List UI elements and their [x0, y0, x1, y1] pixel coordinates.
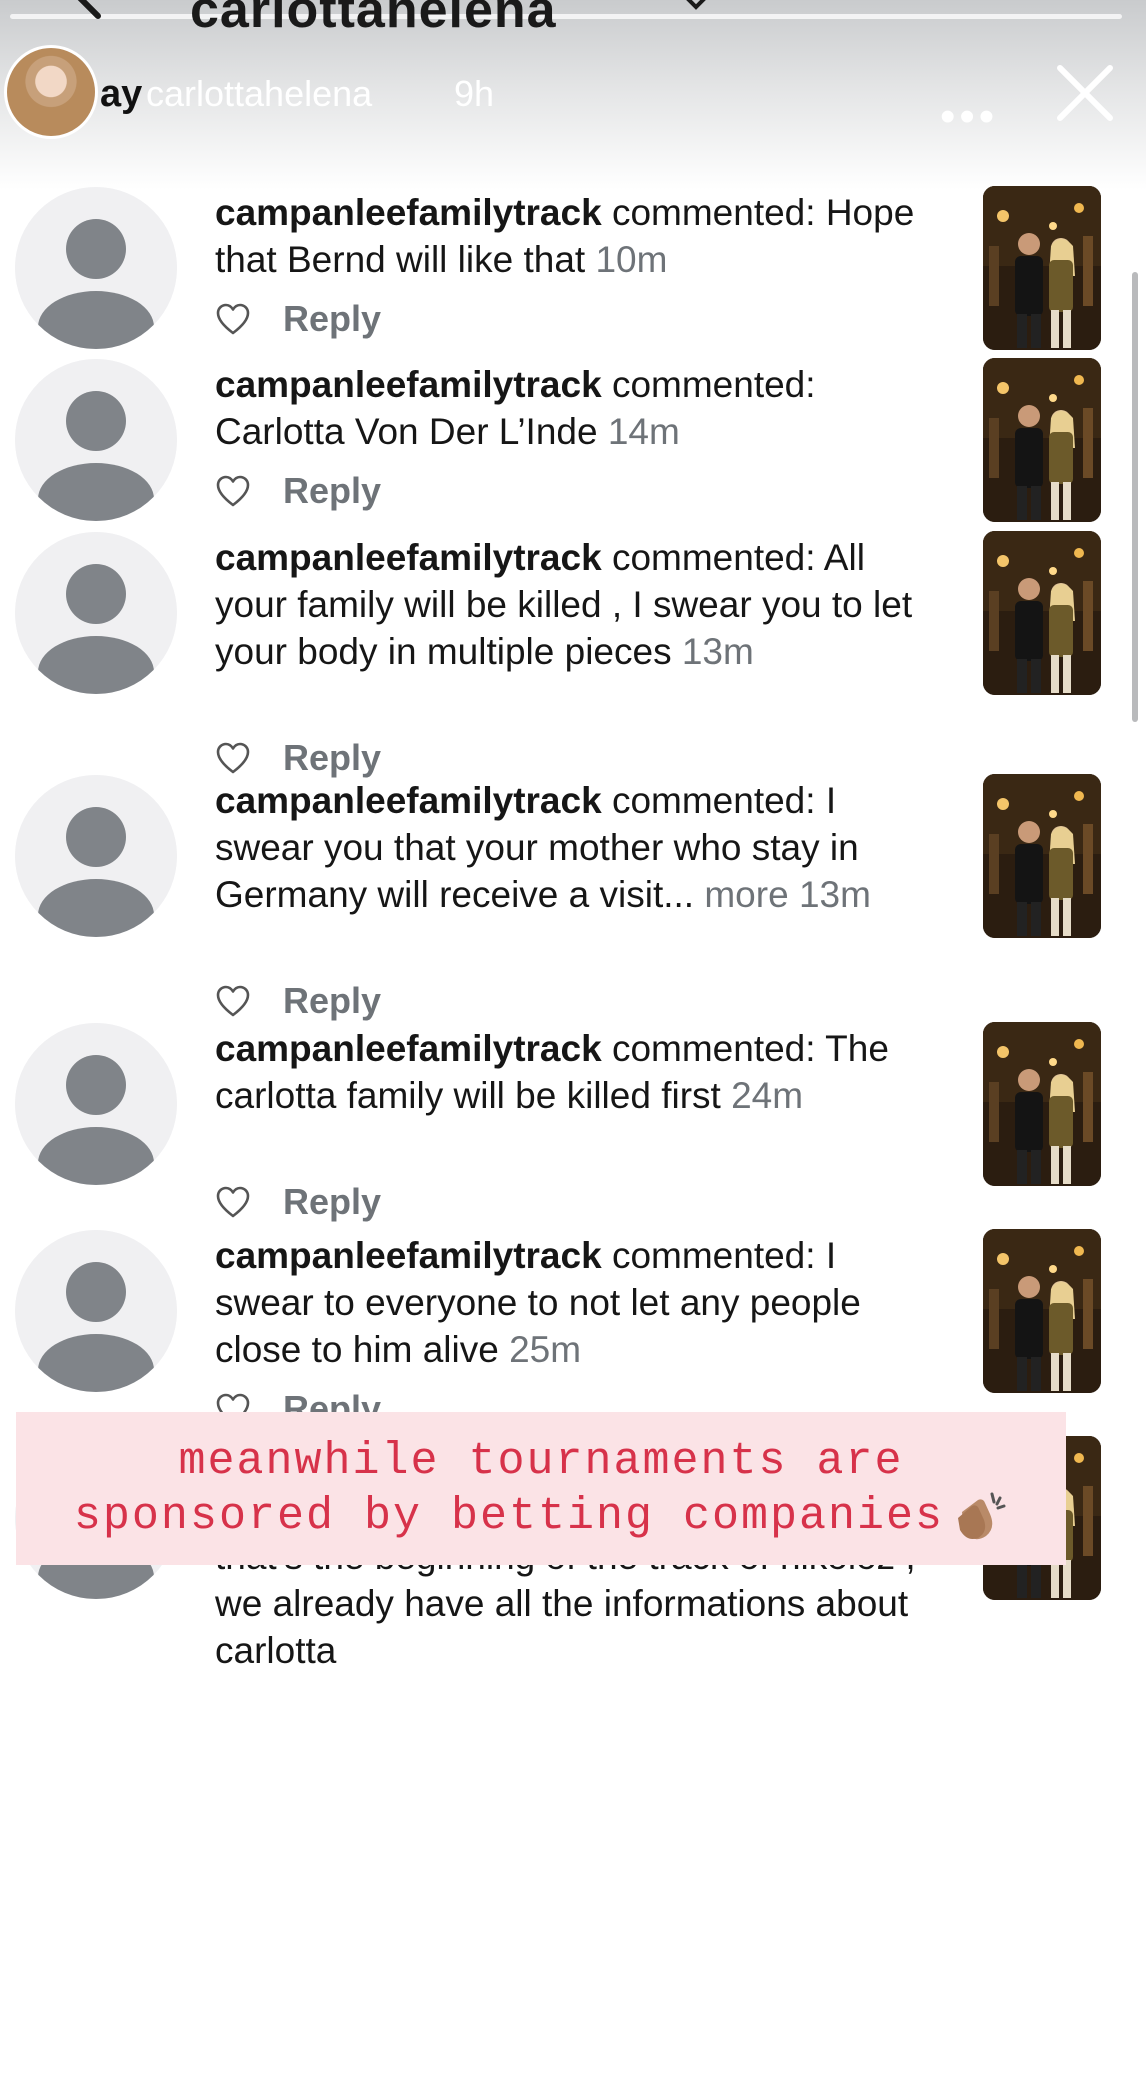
- comment-text: campanleefamilytrack commented: All your…: [215, 534, 935, 675]
- comment-body: Carlotta Von Der L’Inde: [215, 411, 598, 452]
- user-avatar[interactable]: [15, 532, 177, 694]
- post-thumbnail[interactable]: [983, 358, 1101, 522]
- reply-row: Reply: [215, 980, 381, 1022]
- reply-row: Reply: [215, 470, 381, 512]
- clapping-hands-icon: [958, 1492, 1006, 1540]
- post-thumbnail[interactable]: [983, 1022, 1101, 1186]
- reply-row: Reply: [215, 298, 381, 340]
- post-thumbnail[interactable]: [983, 774, 1101, 938]
- caption-banner-text: meanwhile tournaments are sponsored by b…: [16, 1434, 1066, 1544]
- user-avatar[interactable]: [15, 775, 177, 937]
- story-avatar[interactable]: [4, 45, 98, 139]
- reply-row: Reply: [215, 1181, 381, 1223]
- comment-more-link[interactable]: more: [704, 874, 788, 915]
- story-username[interactable]: carlottahelena: [146, 73, 372, 115]
- comment-action: commented:: [611, 537, 816, 578]
- comment-action: commented:: [611, 780, 816, 821]
- comment-username[interactable]: campanleefamilytrack: [215, 537, 602, 578]
- comment-username[interactable]: campanleefamilytrack: [215, 1028, 602, 1069]
- comment-text: campanleefamilytrack commented: The carl…: [215, 1025, 935, 1119]
- user-avatar[interactable]: [15, 359, 177, 521]
- comment-username[interactable]: campanleefamilytrack: [215, 1235, 602, 1276]
- reply-row: Reply: [215, 737, 381, 779]
- story-time: 9h: [454, 73, 495, 114]
- close-icon[interactable]: [1056, 64, 1114, 122]
- page-title[interactable]: carlottahelena: [190, 0, 557, 40]
- comment-time: 14m: [607, 411, 680, 452]
- scrollbar[interactable]: [1132, 272, 1138, 722]
- back-arrow-icon[interactable]: [58, 0, 118, 32]
- comment-username[interactable]: campanleefamilytrack: [215, 780, 602, 821]
- caption-line-2-text: sponsored by betting companies: [73, 1491, 945, 1542]
- heart-icon[interactable]: [215, 984, 251, 1018]
- story-prefix-text: ay: [100, 73, 143, 115]
- comment-time: 13m: [681, 631, 754, 672]
- reply-button[interactable]: Reply: [283, 980, 381, 1022]
- comment-time: 25m: [509, 1329, 582, 1370]
- caption-banner: meanwhile tournaments are sponsored by b…: [16, 1412, 1066, 1565]
- comment-action: commented:: [611, 1235, 816, 1276]
- user-avatar[interactable]: [15, 1023, 177, 1185]
- comment-text: campanleefamilytrack commented: I swear …: [215, 777, 935, 918]
- comment-text: campanleefamilytrack commented: Carlotta…: [215, 361, 935, 455]
- more-options-icon[interactable]: •••: [940, 92, 998, 142]
- comment-action: commented:: [611, 192, 816, 233]
- chevron-down-icon[interactable]: [682, 0, 710, 12]
- comment-text: campanleefamilytrack commented: Hope tha…: [215, 189, 935, 283]
- comment-username[interactable]: campanleefamilytrack: [215, 192, 602, 233]
- comment-time: 10m: [595, 239, 668, 280]
- comment-time: 13m: [798, 874, 871, 915]
- reply-button[interactable]: Reply: [283, 470, 381, 512]
- post-thumbnail[interactable]: [983, 1229, 1101, 1393]
- heart-icon[interactable]: [215, 741, 251, 775]
- caption-line-1: meanwhile tournaments are: [178, 1436, 904, 1487]
- comment-time: 24m: [731, 1075, 804, 1116]
- heart-icon[interactable]: [215, 1185, 251, 1219]
- heart-icon[interactable]: [215, 302, 251, 336]
- comment-text: campanleefamilytrack commented: I swear …: [215, 1232, 935, 1373]
- post-thumbnail[interactable]: [983, 186, 1101, 350]
- reply-button[interactable]: Reply: [283, 737, 381, 779]
- heart-icon[interactable]: [215, 474, 251, 508]
- caption-line-2: sponsored by betting companies: [16, 1489, 1066, 1544]
- comment-action: commented:: [611, 364, 816, 405]
- comment-username[interactable]: campanleefamilytrack: [215, 364, 602, 405]
- comment-action: commented:: [611, 1028, 816, 1069]
- reply-button[interactable]: Reply: [283, 1181, 381, 1223]
- story-progress-bar: [10, 14, 1122, 19]
- post-thumbnail[interactable]: [983, 531, 1101, 695]
- user-avatar[interactable]: [15, 187, 177, 349]
- reply-button[interactable]: Reply: [283, 298, 381, 340]
- user-avatar[interactable]: [15, 1230, 177, 1392]
